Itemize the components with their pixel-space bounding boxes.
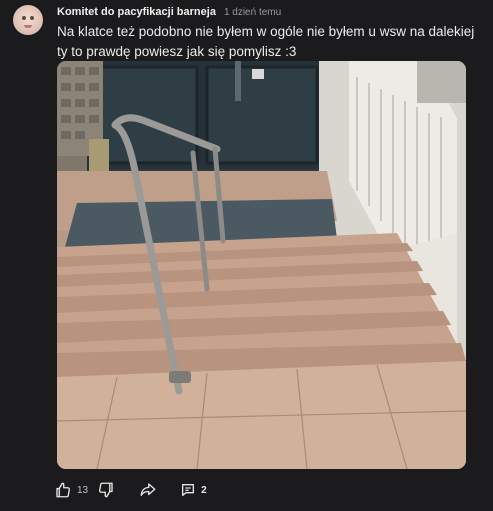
share-arrow-icon	[140, 483, 156, 496]
comment-bubble-icon	[182, 484, 195, 496]
comment-timestamp[interactable]: 1 dzień temu	[224, 7, 281, 18]
reply-button[interactable]: 2	[180, 478, 207, 502]
comment-actions: 13 2	[53, 478, 207, 502]
avatar-eye-left	[22, 16, 26, 20]
like-count: 13	[77, 484, 89, 496]
avatar-eye-right	[30, 16, 34, 20]
comment-image[interactable]	[57, 61, 466, 469]
avatar-mouth	[24, 25, 32, 28]
comment-text: Na klatce też podobno nie byłem w ogóle …	[57, 24, 475, 59]
like-button[interactable]	[53, 478, 73, 502]
dislike-button[interactable]	[96, 478, 116, 502]
comment-header: Komitet do pacyfikacji barneja 1 dzień t…	[57, 6, 281, 18]
thumb-down-icon	[99, 482, 113, 498]
thumb-up-icon	[56, 482, 70, 498]
author-name[interactable]: Komitet do pacyfikacji barneja	[57, 6, 216, 18]
stairwell-photo	[57, 61, 466, 469]
reply-count: 2	[201, 484, 207, 496]
share-button[interactable]	[138, 478, 158, 502]
avatar[interactable]	[13, 5, 43, 35]
